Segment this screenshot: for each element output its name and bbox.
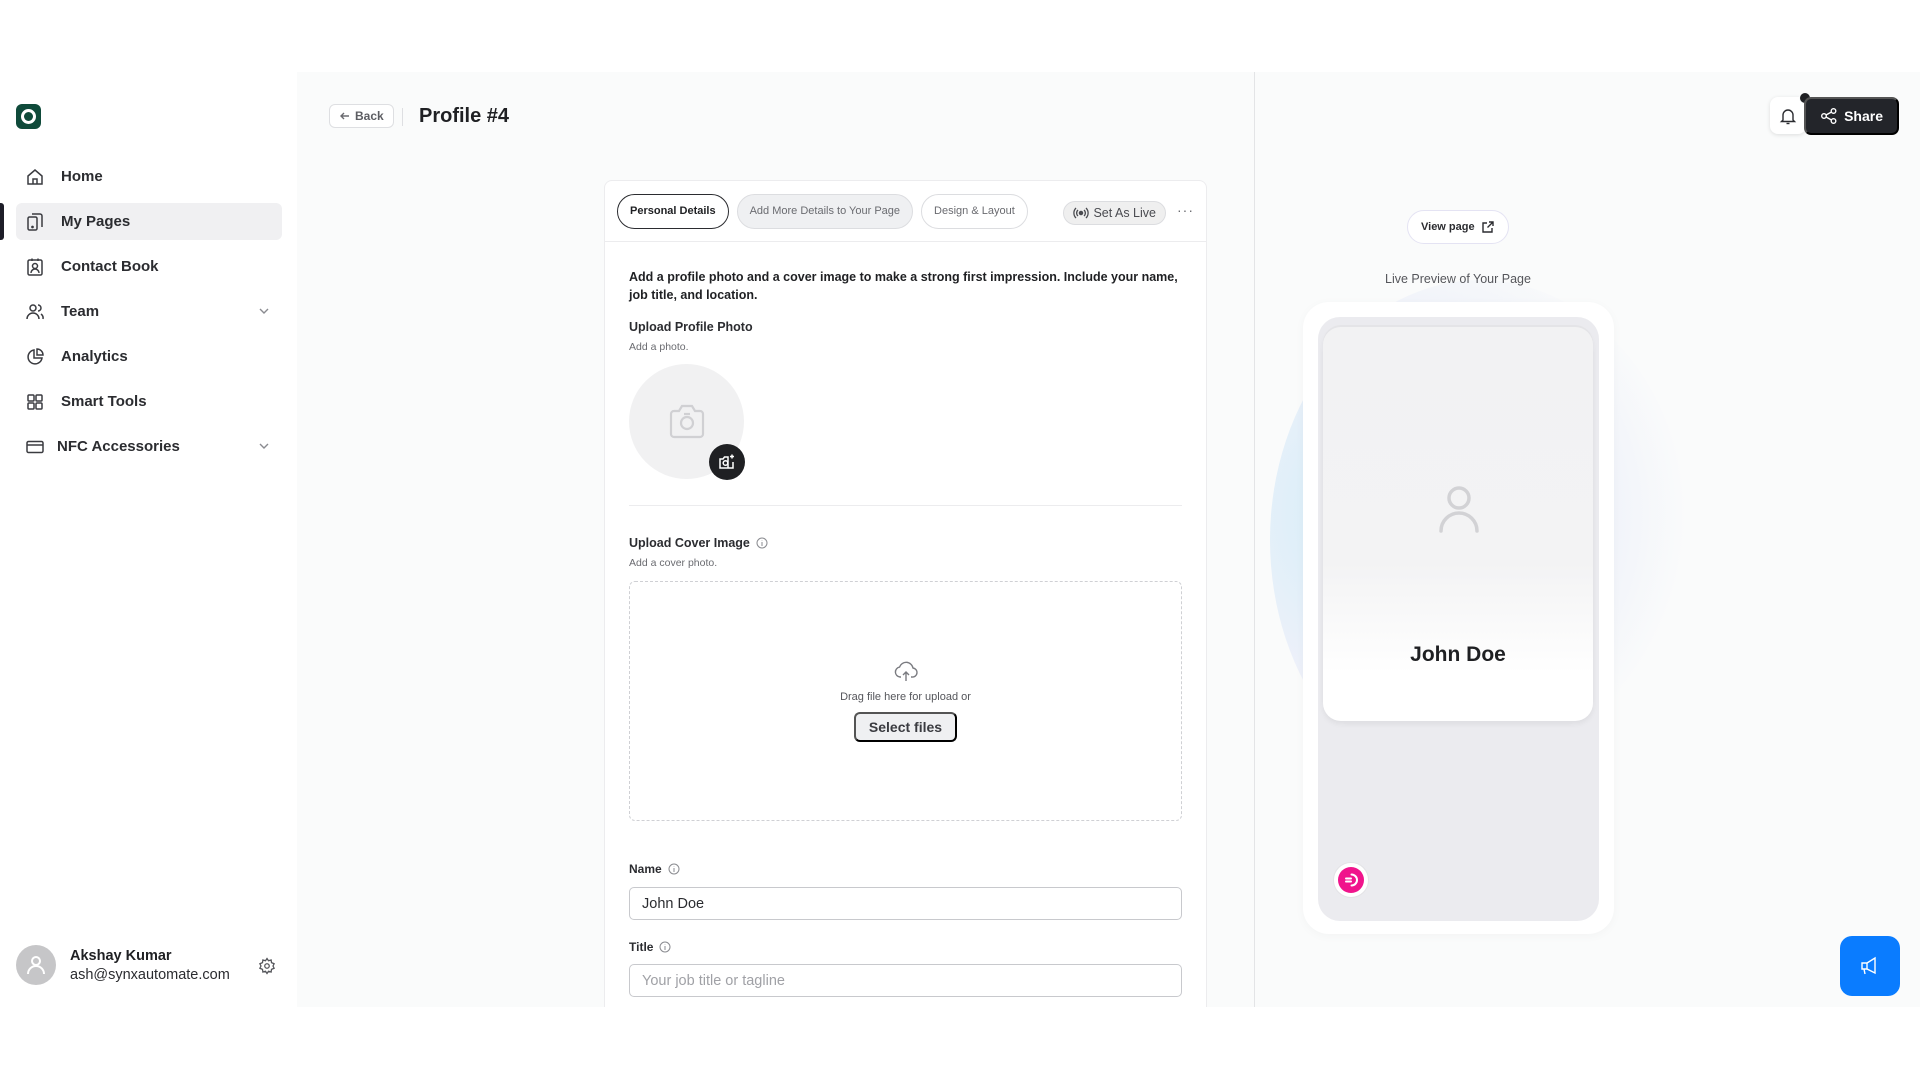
back-button[interactable]: Back bbox=[329, 104, 394, 128]
preview-divider bbox=[1254, 72, 1255, 1007]
avatar bbox=[16, 945, 56, 985]
user-email: ash@synxautomate.com bbox=[70, 966, 230, 983]
megaphone-icon bbox=[1861, 956, 1876, 975]
sidebar-item-team[interactable]: Team bbox=[16, 293, 282, 330]
editor-content: Add a profile photo and a cover image to… bbox=[605, 242, 1206, 997]
camera-icon bbox=[669, 404, 704, 438]
profile-photo-label: Upload Profile Photo bbox=[629, 320, 753, 334]
phone-preview: John Doe bbox=[1303, 302, 1614, 934]
announcements-button[interactable] bbox=[1840, 936, 1900, 996]
sidebar-item-label: Analytics bbox=[61, 348, 128, 365]
section-divider bbox=[629, 505, 1182, 506]
gear-icon[interactable] bbox=[258, 957, 276, 975]
intro-text: Add a profile photo and a cover image to… bbox=[629, 270, 1178, 302]
share-icon bbox=[1821, 108, 1837, 124]
name-label-text: Name bbox=[629, 862, 662, 876]
user-placeholder-icon bbox=[1439, 486, 1479, 533]
home-icon bbox=[24, 166, 46, 188]
sidebar-item-analytics[interactable]: Analytics bbox=[16, 338, 282, 375]
broadcast-icon bbox=[1073, 207, 1090, 219]
name-field-label: Name bbox=[629, 862, 1182, 876]
brand-badge[interactable] bbox=[1333, 862, 1369, 898]
brand-logo[interactable] bbox=[16, 104, 41, 129]
tab-add-more-details[interactable]: Add More Details to Your Page bbox=[736, 193, 914, 229]
info-icon[interactable] bbox=[659, 941, 671, 953]
sidebar-item-label: Home bbox=[61, 168, 103, 185]
share-label: Share bbox=[1844, 108, 1883, 124]
phone-screen: John Doe bbox=[1318, 317, 1599, 921]
camera-plus-icon bbox=[719, 454, 734, 469]
sidebar-item-smart-tools[interactable]: Smart Tools bbox=[16, 383, 282, 420]
card-name: John Doe bbox=[1410, 643, 1506, 666]
title-divider bbox=[402, 108, 403, 126]
view-page-button[interactable]: View page bbox=[1407, 210, 1509, 244]
sidebar: Home My Pages Contact Book Team Analytic… bbox=[0, 72, 297, 1007]
notifications-button[interactable] bbox=[1770, 92, 1811, 134]
tab-design-layout[interactable]: Design & Layout bbox=[921, 193, 1028, 229]
set-as-live-button[interactable]: Set As Live bbox=[1063, 201, 1166, 225]
contact-book-icon bbox=[24, 256, 46, 278]
profile-card: John Doe bbox=[1323, 327, 1593, 721]
sidebar-item-label: NFC Accessories bbox=[57, 438, 180, 455]
more-options-icon[interactable]: ··· bbox=[1177, 203, 1194, 217]
add-photo-button[interactable] bbox=[709, 444, 745, 480]
name-input[interactable] bbox=[629, 887, 1182, 920]
cover-image-label-text: Upload Cover Image bbox=[629, 536, 750, 550]
sidebar-item-label: My Pages bbox=[61, 213, 131, 230]
sidebar-item-label: Smart Tools bbox=[61, 393, 147, 410]
view-page-label: View page bbox=[1421, 221, 1475, 233]
chevron-down-icon[interactable] bbox=[256, 303, 272, 319]
sidebar-nav: Home My Pages Contact Book Team Analytic… bbox=[0, 158, 282, 473]
pages-icon bbox=[24, 211, 46, 233]
bell-icon bbox=[1779, 108, 1797, 124]
title-label-text: Title bbox=[629, 940, 654, 954]
sidebar-item-my-pages[interactable]: My Pages bbox=[0, 203, 282, 240]
title-input[interactable] bbox=[629, 964, 1182, 997]
tab-personal-details[interactable]: Personal Details bbox=[617, 193, 729, 229]
set-as-live-label: Set As Live bbox=[1093, 206, 1156, 220]
cover-dropzone[interactable]: Drag file here for upload or Select file… bbox=[629, 581, 1182, 821]
editor-card: Personal Details Add More Details to You… bbox=[604, 180, 1207, 1007]
card-icon bbox=[24, 436, 46, 458]
cover-image-label: Upload Cover Image bbox=[629, 536, 1182, 550]
page-title: Profile #4 bbox=[419, 105, 510, 127]
share-button[interactable]: Share bbox=[1804, 97, 1899, 135]
select-files-button[interactable]: Select files bbox=[853, 711, 958, 742]
user-profile[interactable]: Akshay Kumar ash@synxautomate.com bbox=[16, 943, 282, 987]
external-link-icon bbox=[1481, 221, 1494, 233]
info-icon[interactable] bbox=[756, 537, 768, 549]
pie-chart-icon bbox=[24, 346, 46, 368]
grid-icon bbox=[24, 391, 46, 413]
profile-photo-hint: Add a photo. bbox=[629, 341, 689, 353]
title-field-label: Title bbox=[629, 940, 1182, 954]
cover-image-hint: Add a cover photo. bbox=[629, 557, 718, 569]
user-name: Akshay Kumar bbox=[70, 947, 172, 964]
sidebar-item-label: Contact Book bbox=[61, 258, 159, 275]
back-label: Back bbox=[355, 109, 384, 123]
sidebar-item-nfc-accessories[interactable]: NFC Accessories bbox=[16, 428, 282, 465]
cloud-upload-icon bbox=[894, 661, 918, 681]
chevron-down-icon[interactable] bbox=[256, 438, 272, 454]
arrow-left-icon bbox=[340, 112, 349, 120]
profile-photo-upload[interactable] bbox=[629, 364, 745, 480]
brand-mark-icon bbox=[1345, 873, 1358, 887]
sidebar-item-contact-book[interactable]: Contact Book bbox=[16, 248, 282, 285]
sidebar-item-home[interactable]: Home bbox=[16, 158, 282, 195]
team-icon bbox=[24, 301, 46, 323]
info-icon[interactable] bbox=[668, 863, 680, 875]
preview-caption: Live Preview of Your Page bbox=[1385, 272, 1531, 286]
sidebar-item-label: Team bbox=[61, 303, 100, 320]
editor-tabs: Personal Details Add More Details to You… bbox=[605, 181, 1206, 242]
drop-text: Drag file here for upload or bbox=[840, 690, 971, 703]
